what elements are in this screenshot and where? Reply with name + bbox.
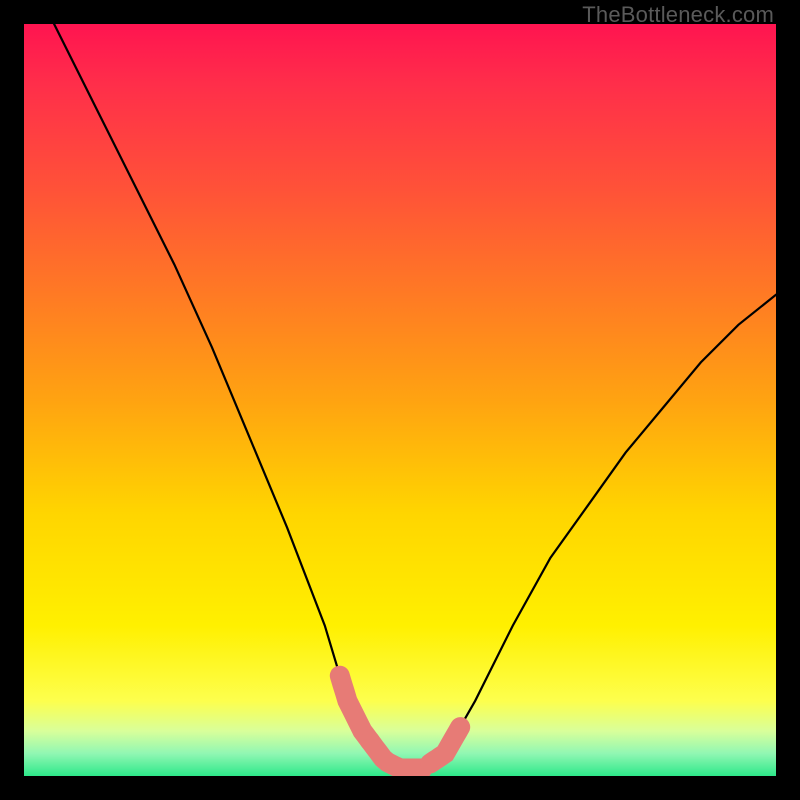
curve-layer — [24, 24, 776, 776]
chart-frame: TheBottleneck.com — [0, 0, 800, 800]
marker-segment-2 — [430, 727, 460, 763]
marker-segment-0 — [340, 676, 370, 741]
bottleneck-curve — [24, 24, 776, 769]
plot-area — [24, 24, 776, 776]
marker-segment-1 — [370, 741, 423, 769]
watermark-text: TheBottleneck.com — [582, 2, 774, 28]
